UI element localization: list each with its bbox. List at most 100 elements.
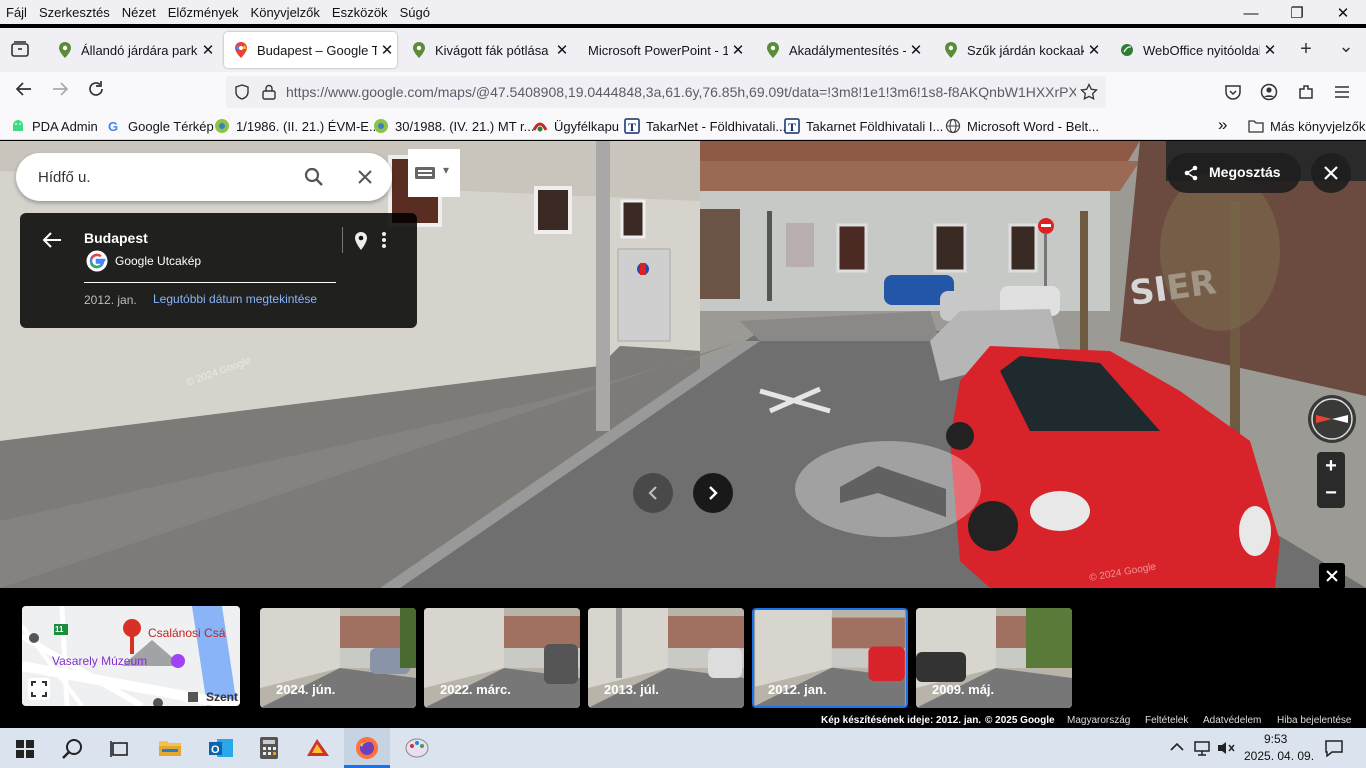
tab-close-icon[interactable]: ✕ bbox=[906, 41, 926, 59]
menu-view[interactable]: Nézet bbox=[116, 5, 162, 20]
keyboard-dropdown-icon[interactable]: ▾ bbox=[443, 163, 449, 177]
fullscreen-map-button[interactable] bbox=[28, 678, 50, 700]
bookmark-item[interactable]: PDA Admin bbox=[10, 118, 98, 134]
new-tab-button[interactable]: + bbox=[1294, 38, 1318, 61]
terms-link[interactable]: Feltételek bbox=[1145, 715, 1188, 726]
bookmark-item[interactable]: T Takarnet Földhivatali I... bbox=[784, 118, 943, 134]
back-arrow-icon[interactable] bbox=[42, 231, 62, 249]
restore-button[interactable]: ❐ bbox=[1274, 0, 1320, 28]
firefox-taskbar-button[interactable] bbox=[344, 728, 390, 768]
other-bookmarks-label: Más könyvjelzők bbox=[1270, 118, 1366, 134]
bookmark-star-icon[interactable] bbox=[1080, 83, 1098, 101]
latest-date-link[interactable]: Legutóbbi dátum megtekintése bbox=[153, 292, 317, 306]
other-bookmarks[interactable]: Más könyvjelzők bbox=[1248, 118, 1365, 134]
tab[interactable]: WebOffice nyitóoldal ✕ bbox=[1110, 32, 1280, 68]
calculator-icon[interactable] bbox=[259, 736, 279, 760]
notifications-icon[interactable] bbox=[1324, 739, 1344, 757]
prev-image-button[interactable] bbox=[633, 473, 673, 513]
close-window-button[interactable]: ✕ bbox=[1320, 0, 1366, 28]
tab[interactable]: Szűk járdán kockaakad ✕ bbox=[934, 32, 1104, 68]
account-icon[interactable] bbox=[1260, 83, 1278, 101]
tab[interactable]: Akadálymentesítés - Já ✕ bbox=[756, 32, 926, 68]
tab-close-icon[interactable]: ✕ bbox=[728, 41, 748, 59]
tab[interactable]: Kivágott fák pótlása a ✕ bbox=[402, 32, 572, 68]
lock-icon[interactable] bbox=[262, 84, 276, 100]
share-button[interactable]: Megosztás bbox=[1167, 153, 1301, 193]
zoom-in-button[interactable]: + bbox=[1317, 452, 1345, 480]
url-bar[interactable]: https://www.google.com/maps/@47.5408908,… bbox=[226, 76, 1106, 108]
country-link[interactable]: Magyarország bbox=[1067, 715, 1130, 726]
back-icon[interactable] bbox=[12, 80, 36, 104]
clock-time[interactable]: 9:53 bbox=[1264, 732, 1287, 746]
compass[interactable] bbox=[1308, 395, 1356, 443]
tab[interactable]: Microsoft PowerPoint - 13_ ✕ bbox=[578, 32, 748, 68]
reload-icon[interactable] bbox=[84, 80, 108, 104]
report-link[interactable]: Hiba bejelentése bbox=[1277, 715, 1352, 726]
close-street-view-button[interactable] bbox=[1311, 153, 1351, 193]
search-icon[interactable] bbox=[304, 167, 324, 187]
timeline-thumb[interactable]: 2024. jún. bbox=[260, 608, 416, 708]
file-explorer-icon[interactable] bbox=[158, 738, 182, 758]
tab-close-icon[interactable]: ✕ bbox=[198, 41, 218, 59]
menu-history[interactable]: Előzmények bbox=[162, 5, 245, 20]
bookmarks-overflow-icon[interactable]: » bbox=[1218, 115, 1227, 135]
tab-list-chevron-icon[interactable]: ⌄ bbox=[1334, 36, 1358, 57]
search-input[interactable] bbox=[38, 165, 298, 189]
tab-list-all-icon[interactable] bbox=[10, 40, 30, 58]
network-icon[interactable] bbox=[1193, 740, 1213, 756]
keyboard-button[interactable]: ▾ bbox=[408, 149, 460, 197]
capture-date: 2012. jan. bbox=[84, 293, 137, 307]
timeline-label: 2009. máj. bbox=[932, 682, 995, 697]
app-red-icon[interactable] bbox=[305, 736, 331, 760]
windows-start-icon[interactable] bbox=[16, 740, 34, 758]
bookmark-item[interactable]: 1/1986. (II. 21.) ÉVM-E... bbox=[214, 118, 380, 134]
timeline-thumb-selected[interactable]: 2012. jan. bbox=[752, 608, 908, 708]
shield-icon[interactable] bbox=[234, 84, 250, 100]
next-image-button[interactable] bbox=[693, 473, 733, 513]
zoom-out-button[interactable]: − bbox=[1317, 480, 1345, 508]
bookmark-item[interactable]: T TakarNet - Földhivatali... bbox=[624, 118, 786, 134]
extensions-icon[interactable] bbox=[1297, 83, 1315, 101]
bookmark-item[interactable]: Ügyfélkapu bbox=[532, 118, 619, 134]
chevron-up-icon[interactable] bbox=[1170, 742, 1184, 752]
bookmark-item[interactable]: 30/1988. (IV. 21.) MT r... bbox=[373, 118, 534, 134]
task-view-icon[interactable] bbox=[110, 740, 130, 758]
privacy-link[interactable]: Adatvédelem bbox=[1203, 715, 1261, 726]
menu-bookmarks[interactable]: Könyvjelzők bbox=[245, 5, 326, 20]
menu-tools[interactable]: Eszközök bbox=[326, 5, 394, 20]
close-timeline-button[interactable] bbox=[1319, 563, 1345, 589]
timeline-thumb[interactable]: 2022. márc. bbox=[424, 608, 580, 708]
globe-icon bbox=[374, 119, 388, 133]
clear-search-icon[interactable] bbox=[356, 168, 374, 186]
menu-edit[interactable]: Szerkesztés bbox=[33, 5, 116, 20]
tab[interactable]: Állandó járdára parkol ✕ bbox=[48, 32, 218, 68]
street-view-panorama[interactable]: SIER © 2024 Google © 2024 Google bbox=[0, 141, 1366, 588]
search-box[interactable] bbox=[16, 153, 392, 201]
timeline-thumb[interactable]: 2009. máj. bbox=[916, 608, 1072, 708]
tab-close-icon[interactable]: ✕ bbox=[377, 41, 397, 59]
forward-icon[interactable] bbox=[48, 80, 72, 104]
minimap[interactable]: 11 Csalánosi Csá Vasarely Múzeum Szent bbox=[22, 606, 240, 706]
tab-close-icon[interactable]: ✕ bbox=[1260, 41, 1280, 59]
hamburger-menu-icon[interactable] bbox=[1333, 84, 1351, 100]
pocket-icon[interactable] bbox=[1224, 83, 1242, 101]
volume-muted-icon[interactable] bbox=[1216, 740, 1236, 756]
location-pin-icon[interactable] bbox=[353, 231, 369, 251]
tab-active[interactable]: Budapest – Google Tér ✕ bbox=[224, 32, 397, 68]
clock-date[interactable]: 2025. 04. 09. bbox=[1244, 749, 1314, 763]
minimize-button[interactable]: — bbox=[1228, 0, 1274, 28]
takarnet-icon: T bbox=[624, 118, 640, 134]
search-icon[interactable] bbox=[62, 738, 84, 760]
more-options-icon[interactable] bbox=[380, 231, 388, 249]
outlook-icon[interactable]: O bbox=[207, 736, 235, 760]
bookmark-item[interactable]: Microsoft Word - Belt... bbox=[945, 118, 1099, 134]
timeline-thumb[interactable]: 2013. júl. bbox=[588, 608, 744, 708]
url-text: https://www.google.com/maps/@47.5408908,… bbox=[286, 84, 1076, 100]
menu-file[interactable]: Fájl bbox=[0, 5, 33, 20]
navigation-bar: https://www.google.com/maps/@47.5408908,… bbox=[0, 72, 1366, 112]
tab-close-icon[interactable]: ✕ bbox=[552, 41, 572, 59]
app-palette-icon[interactable] bbox=[404, 736, 430, 760]
bookmark-item[interactable]: G Google Térkép bbox=[106, 118, 214, 135]
tab-close-icon[interactable]: ✕ bbox=[1084, 41, 1104, 59]
menu-help[interactable]: Súgó bbox=[394, 5, 436, 20]
